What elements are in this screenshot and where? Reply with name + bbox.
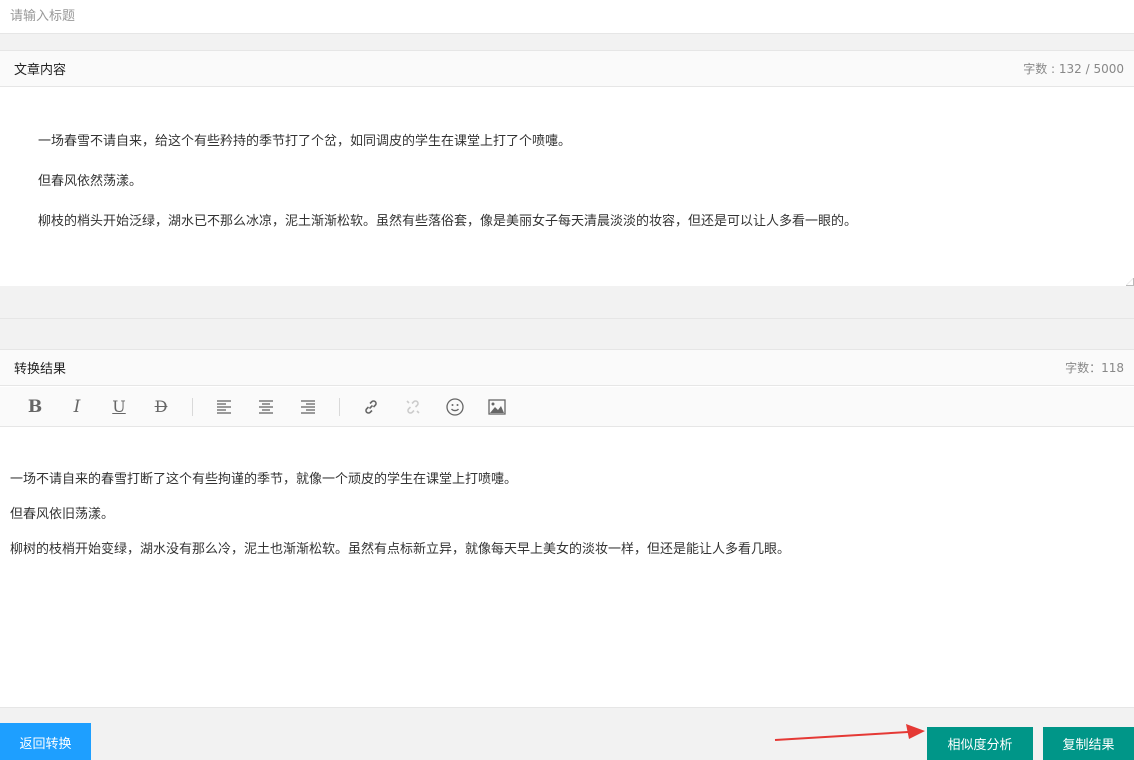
source-label: 文章内容 xyxy=(14,63,67,78)
link-icon[interactable] xyxy=(350,387,392,427)
result-label: 转换结果 xyxy=(14,362,67,377)
source-word-count: 字数 : 132 / 5000 xyxy=(1023,62,1124,76)
source-paragraph: 一场春雪不请自来，给这个有些矜持的季节打了个岔，如同调皮的学生在课堂上打了个喷嚏… xyxy=(38,134,572,149)
resize-handle[interactable] xyxy=(1126,278,1134,286)
emoji-icon[interactable] xyxy=(434,387,476,427)
underline-icon[interactable]: U xyxy=(98,387,140,427)
align-center-icon[interactable] xyxy=(245,387,287,427)
copy-result-button[interactable]: 复制结果 xyxy=(1043,727,1134,760)
result-paragraph: 一场不请自来的春雪打断了这个有些拘谨的季节，就像一个顽皮的学生在课堂上打喷嚏。 xyxy=(10,472,518,487)
image-icon[interactable] xyxy=(476,387,518,427)
result-paragraph: 柳树的枝梢开始变绿，湖水没有那么冷，泥土也渐渐松软。虽然有点标新立异，就像每天早… xyxy=(10,542,791,557)
title-input[interactable] xyxy=(0,0,1134,34)
bold-icon[interactable]: B xyxy=(14,387,56,427)
result-word-count: 字数：118 xyxy=(1065,361,1124,375)
align-left-icon[interactable] xyxy=(203,387,245,427)
toolbar-divider xyxy=(192,397,193,416)
similarity-analysis-button[interactable]: 相似度分析 xyxy=(927,727,1033,760)
toolbar-divider xyxy=(339,397,340,416)
back-convert-button[interactable]: 返回转换 xyxy=(0,723,91,760)
result-header: 转换结果 字数：118 xyxy=(0,349,1134,386)
result-editor[interactable]: 一场不请自来的春雪打断了这个有些拘谨的季节，就像一个顽皮的学生在课堂上打喷嚏。 … xyxy=(0,427,1134,707)
annotation-arrow-icon xyxy=(774,724,925,741)
strikethrough-icon[interactable]: D xyxy=(140,387,182,427)
source-paragraph: 但春风依然荡漾。 xyxy=(38,174,143,189)
italic-icon[interactable]: I xyxy=(56,387,98,427)
unlink-icon[interactable] xyxy=(392,387,434,427)
editor-toolbar: B I U D xyxy=(0,387,1134,427)
source-textarea[interactable]: 一场春雪不请自来，给这个有些矜持的季节打了个岔，如同调皮的学生在课堂上打了个喷嚏… xyxy=(0,88,1134,286)
source-header: 文章内容 字数 : 132 / 5000 xyxy=(0,50,1134,87)
spacer xyxy=(0,34,1134,50)
align-right-icon[interactable] xyxy=(287,387,329,427)
divider xyxy=(0,318,1134,319)
source-paragraph: 柳枝的梢头开始泛绿，湖水已不那么冰凉，泥土渐渐松软。虽然有些落俗套，像是美丽女子… xyxy=(38,214,858,229)
result-paragraph: 但春风依旧荡漾。 xyxy=(10,507,115,522)
